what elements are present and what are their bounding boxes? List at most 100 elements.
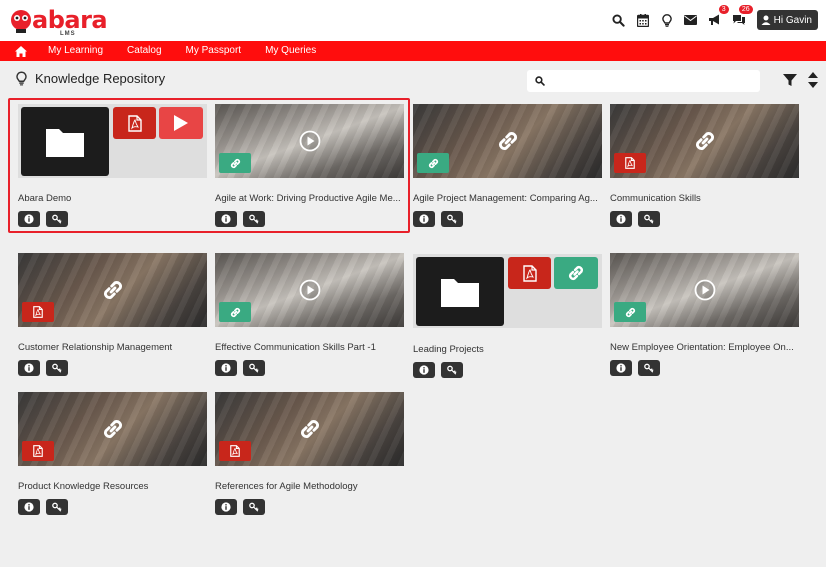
card-actions bbox=[610, 211, 799, 227]
card-title[interactable]: Effective Communication Skills Part -1 bbox=[215, 342, 404, 354]
info-button[interactable] bbox=[18, 499, 40, 515]
mail-icon[interactable] bbox=[679, 8, 703, 32]
sort-icon[interactable] bbox=[807, 71, 819, 89]
key-icon bbox=[249, 214, 259, 224]
access-key-button[interactable] bbox=[46, 499, 68, 515]
calendar-icon[interactable] bbox=[631, 8, 655, 32]
card-actions bbox=[610, 360, 799, 376]
access-key-button[interactable] bbox=[46, 211, 68, 227]
info-button[interactable] bbox=[413, 362, 435, 378]
access-key-button[interactable] bbox=[46, 360, 68, 376]
card-title[interactable]: Product Knowledge Resources bbox=[18, 481, 207, 493]
main-nav: My Learning Catalog My Passport My Queri… bbox=[0, 41, 826, 61]
link-icon bbox=[100, 416, 126, 442]
filter-icon[interactable] bbox=[782, 72, 798, 88]
resource-card[interactable]: Effective Communication Skills Part -1 bbox=[215, 253, 404, 376]
resource-thumbnail[interactable] bbox=[413, 104, 602, 178]
info-button[interactable] bbox=[413, 211, 435, 227]
resource-card[interactable]: References for Agile Methodology bbox=[215, 392, 404, 515]
user-menu-button[interactable]: Hi Gavin bbox=[756, 10, 818, 30]
play-circle-icon bbox=[694, 279, 716, 301]
info-button[interactable] bbox=[215, 360, 237, 376]
access-key-button[interactable] bbox=[638, 360, 660, 376]
resource-card[interactable]: Agile at Work: Driving Productive Agile … bbox=[215, 104, 404, 227]
card-title[interactable]: Communication Skills bbox=[610, 193, 799, 205]
card-title[interactable]: Agile at Work: Driving Productive Agile … bbox=[215, 193, 404, 205]
card-title[interactable]: Customer Relationship Management bbox=[18, 342, 207, 354]
access-key-button[interactable] bbox=[243, 211, 265, 227]
info-button[interactable] bbox=[215, 499, 237, 515]
resource-card[interactable]: Leading Projects bbox=[413, 254, 602, 378]
info-icon bbox=[24, 502, 34, 512]
access-key-button[interactable] bbox=[243, 499, 265, 515]
info-button[interactable] bbox=[18, 211, 40, 227]
key-icon bbox=[249, 502, 259, 512]
messages-badge: 26 bbox=[738, 5, 753, 14]
card-title[interactable]: References for Agile Methodology bbox=[215, 481, 404, 493]
card-actions bbox=[18, 360, 207, 376]
key-icon bbox=[447, 365, 457, 375]
page-header: Knowledge Repository bbox=[16, 69, 165, 87]
play-circle-icon bbox=[299, 279, 321, 301]
resource-thumbnail[interactable] bbox=[610, 104, 799, 178]
card-actions bbox=[215, 360, 404, 376]
resource-card[interactable]: Communication Skills bbox=[610, 104, 799, 227]
resource-card[interactable]: Agile Project Management: Comparing Ag..… bbox=[413, 104, 602, 227]
info-icon bbox=[419, 365, 429, 375]
resource-thumbnail[interactable] bbox=[610, 253, 799, 327]
search-box bbox=[527, 70, 760, 92]
home-icon[interactable] bbox=[0, 41, 42, 61]
key-icon bbox=[644, 214, 654, 224]
user-greeting: Hi Gavin bbox=[773, 14, 812, 26]
info-button[interactable] bbox=[215, 211, 237, 227]
access-key-button[interactable] bbox=[638, 211, 660, 227]
resource-card[interactable]: New Employee Orientation: Employee On... bbox=[610, 253, 799, 376]
key-icon bbox=[447, 214, 457, 224]
info-button[interactable] bbox=[610, 360, 632, 376]
search-icon[interactable] bbox=[607, 8, 631, 32]
collection-thumbnail[interactable] bbox=[413, 254, 602, 328]
link-tag-icon bbox=[219, 153, 251, 173]
resource-thumbnail[interactable] bbox=[18, 392, 207, 466]
card-actions bbox=[413, 211, 602, 227]
resource-thumbnail[interactable] bbox=[215, 253, 404, 327]
nav-my-learning[interactable]: My Learning bbox=[42, 41, 115, 61]
card-title[interactable]: New Employee Orientation: Employee On... bbox=[610, 342, 799, 354]
nav-my-passport[interactable]: My Passport bbox=[174, 41, 254, 61]
card-actions bbox=[215, 211, 404, 227]
resource-card[interactable]: Product Knowledge Resources bbox=[18, 392, 207, 515]
chat-icon[interactable]: 26 bbox=[727, 5, 753, 32]
folder-icon bbox=[416, 257, 504, 326]
link-tag-icon bbox=[614, 302, 646, 322]
resource-thumbnail[interactable] bbox=[215, 104, 404, 178]
link-icon bbox=[297, 416, 323, 442]
info-button[interactable] bbox=[610, 211, 632, 227]
card-title[interactable]: Leading Projects bbox=[413, 344, 602, 356]
key-icon bbox=[52, 214, 62, 224]
access-key-button[interactable] bbox=[441, 362, 463, 378]
resource-card[interactable]: Abara Demo bbox=[18, 104, 207, 227]
resource-thumbnail[interactable] bbox=[215, 392, 404, 466]
link-icon bbox=[554, 257, 598, 289]
info-button[interactable] bbox=[18, 360, 40, 376]
header-actions: 3 26 Hi Gavin bbox=[607, 5, 818, 32]
nav-my-queries[interactable]: My Queries bbox=[253, 41, 328, 61]
nav-catalog[interactable]: Catalog bbox=[115, 41, 173, 61]
key-icon bbox=[644, 363, 654, 373]
access-key-button[interactable] bbox=[441, 211, 463, 227]
key-icon bbox=[52, 502, 62, 512]
announcement-icon[interactable]: 3 bbox=[703, 5, 729, 32]
card-title[interactable]: Abara Demo bbox=[18, 193, 207, 205]
resource-thumbnail[interactable] bbox=[18, 253, 207, 327]
info-icon bbox=[221, 363, 231, 373]
card-actions bbox=[18, 211, 207, 227]
info-icon bbox=[221, 214, 231, 224]
resource-card[interactable]: Customer Relationship Management bbox=[18, 253, 207, 376]
access-key-button[interactable] bbox=[243, 360, 265, 376]
abara-logo[interactable]: abara LMS bbox=[8, 4, 108, 38]
lightbulb-icon[interactable] bbox=[655, 8, 679, 32]
pdf-icon bbox=[508, 257, 551, 289]
collection-thumbnail[interactable] bbox=[18, 104, 207, 178]
card-title[interactable]: Agile Project Management: Comparing Ag..… bbox=[413, 193, 602, 205]
search-input[interactable] bbox=[551, 75, 760, 87]
